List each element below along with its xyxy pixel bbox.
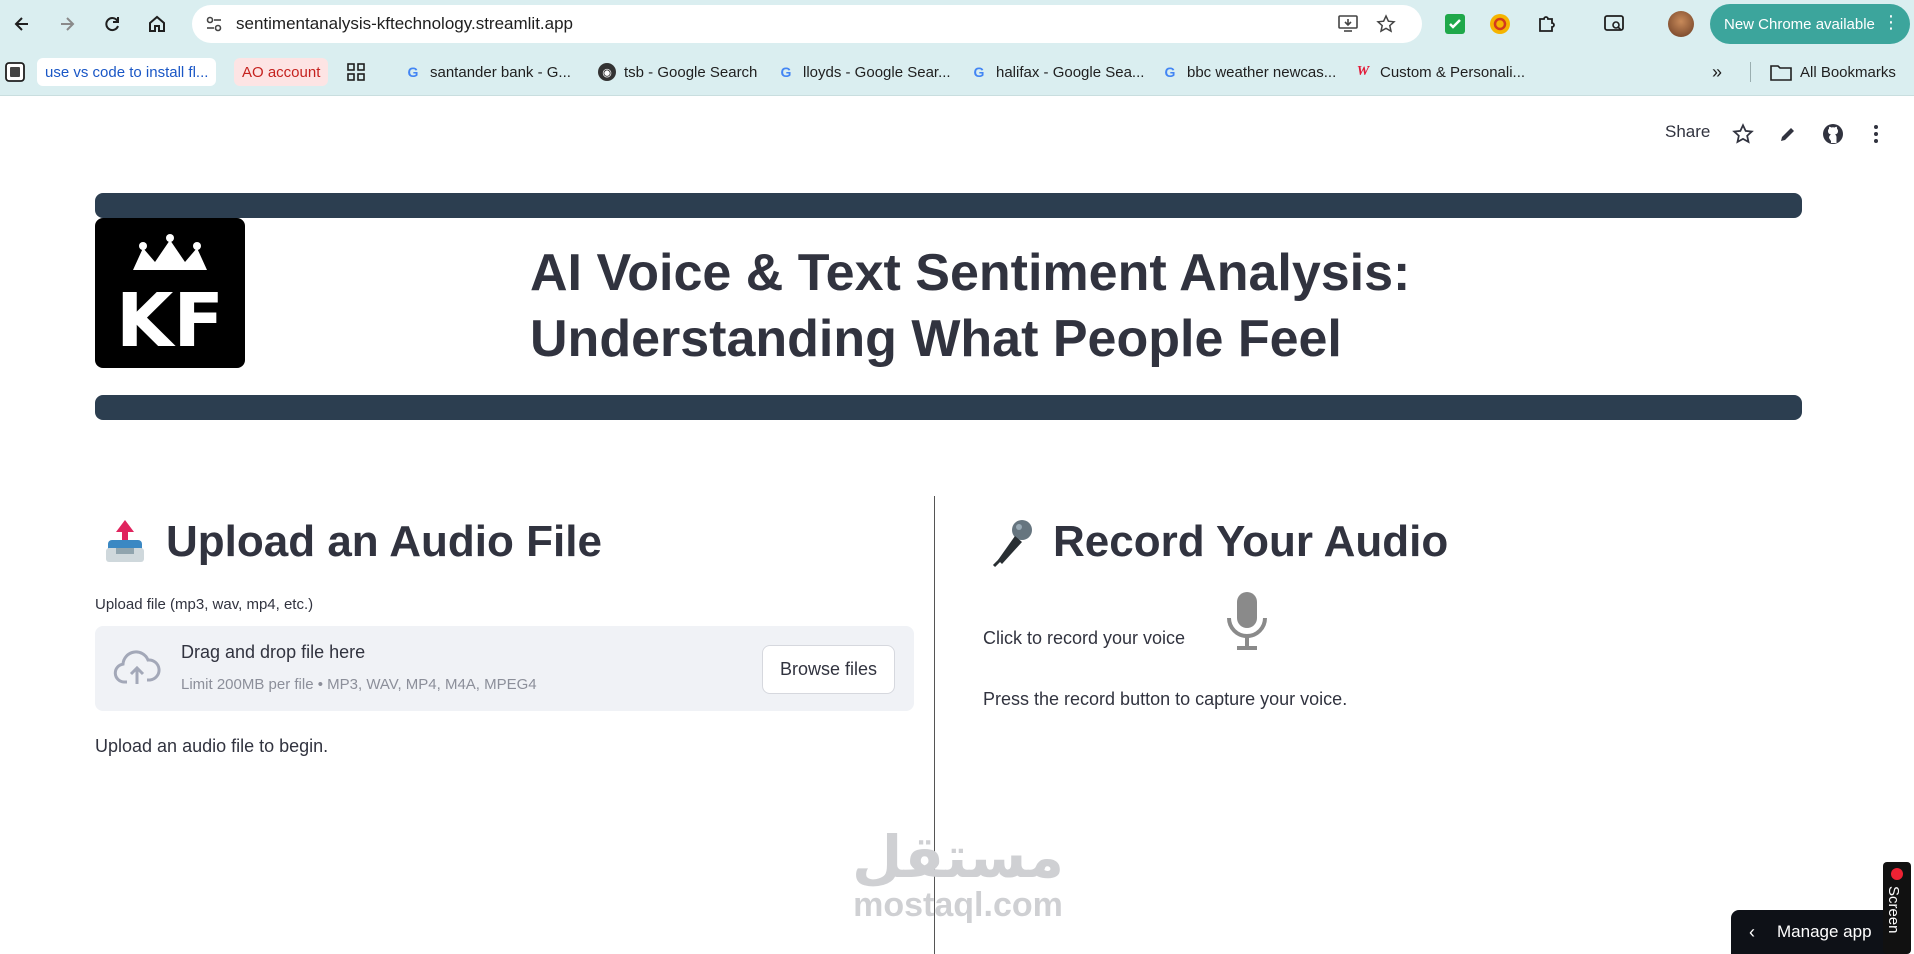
bookmark-label: tsb - Google Search	[624, 63, 758, 81]
bookmark-item[interactable]: AO account	[234, 58, 329, 86]
drop-text: Drag and drop file here	[181, 642, 366, 662]
google-icon: G	[407, 64, 419, 80]
profile-avatar[interactable]	[1668, 11, 1694, 37]
more-vertical-icon[interactable]	[1862, 120, 1890, 148]
bookmark-item[interactable]: G halifax - Google Sea...	[970, 58, 1145, 86]
file-limit-text: Limit 200MB per file • MP3, WAV, MP4, M4…	[181, 676, 537, 693]
walgreens-icon: W	[1356, 64, 1370, 79]
outbox-tray-icon	[106, 520, 144, 562]
header-band-top	[95, 193, 1802, 218]
watermark-arabic: مستقل	[851, 823, 1065, 891]
reload-icon[interactable]	[96, 8, 128, 40]
github-icon[interactable]	[1819, 120, 1847, 148]
bookmark-item[interactable]: use vs code to install fl...	[37, 58, 217, 86]
bookmarks-bar: use vs code to install fl... AO account …	[0, 48, 1914, 96]
url-text[interactable]: sentimentanalysis-kftechnology.streamlit…	[236, 14, 573, 34]
checkmark-extension-icon[interactable]	[1441, 10, 1469, 38]
address-bar[interactable]: sentimentanalysis-kftechnology.streamlit…	[192, 5, 1422, 43]
cloud-upload-icon	[113, 650, 161, 684]
chevron-left-icon: ‹	[1749, 921, 1755, 942]
kf-logo: KF	[95, 218, 245, 368]
extensions-puzzle-icon[interactable]	[1533, 10, 1561, 38]
apps-grid-icon[interactable]	[346, 58, 366, 86]
bookmark-item[interactable]: G bbc weather newcas...	[1161, 58, 1337, 86]
watermark-latin: mostaql.com	[853, 886, 1063, 924]
star-icon[interactable]	[1729, 120, 1757, 148]
bookmark-item[interactable]: W Custom & Personali...	[1354, 58, 1525, 86]
home-icon[interactable]	[141, 8, 173, 40]
google-icon: G	[780, 64, 792, 80]
chevron-double-right-icon[interactable]: »	[1712, 58, 1722, 86]
upload-heading: Upload an Audio File	[166, 517, 602, 566]
screen-recorder-label: Screen	[1885, 886, 1902, 934]
folder-icon	[1770, 65, 1792, 81]
apps-square-icon[interactable]	[4, 58, 26, 86]
watermark: مستقل mostaql.com	[838, 826, 1078, 922]
browse-files-button[interactable]: Browse files	[762, 645, 895, 694]
upload-hint: Upload an audio file to begin.	[95, 736, 329, 756]
bookmark-label: lloyds - Google Sear...	[803, 63, 951, 81]
globe-icon: ◉	[598, 63, 616, 81]
back-arrow-icon[interactable]	[6, 8, 38, 40]
bookmark-item[interactable]: G lloyds - Google Sear...	[777, 58, 951, 86]
record-prompt: Click to record your voice	[983, 628, 1186, 648]
upload-field-label: Upload file (mp3, wav, mp4, etc.)	[95, 596, 314, 613]
logo-letters: KF	[116, 278, 224, 364]
record-hint: Press the record button to capture your …	[983, 689, 1348, 709]
edit-pencil-icon[interactable]	[1774, 120, 1802, 148]
more-vertical-icon: ⋮	[1882, 12, 1900, 32]
browser-toolbar: sentimentanalysis-kftechnology.streamlit…	[0, 0, 1914, 48]
forward-arrow-icon[interactable]	[51, 8, 83, 40]
honey-extension-icon[interactable]	[1486, 10, 1514, 38]
bookmark-label: Custom & Personali...	[1380, 63, 1526, 81]
tab-search-icon[interactable]	[1600, 10, 1628, 38]
all-bookmarks-button[interactable]: All Bookmarks	[1770, 58, 1896, 86]
record-heading: Record Your Audio	[1053, 517, 1449, 566]
manage-app-label: Manage app	[1777, 922, 1872, 941]
google-icon: G	[1164, 64, 1176, 80]
bookmark-label: santander bank - G...	[430, 63, 571, 81]
bookmark-item[interactable]: G santander bank - G...	[404, 58, 571, 86]
bookmark-label: halifax - Google Sea...	[996, 63, 1145, 81]
manage-app-button[interactable]: ‹ Manage app	[1731, 910, 1891, 954]
bookmark-label: AO account	[242, 63, 321, 81]
microphone-emoji-icon	[992, 520, 1032, 568]
bookmark-label: use vs code to install fl...	[45, 63, 209, 81]
chrome-update-label: New Chrome available	[1724, 15, 1875, 33]
record-dot-icon	[1891, 868, 1903, 880]
all-bookmarks-label: All Bookmarks	[1800, 63, 1896, 81]
screen-recorder-widget[interactable]: Screen	[1883, 862, 1911, 954]
share-button[interactable]: Share	[1665, 122, 1710, 142]
star-icon[interactable]	[1374, 12, 1398, 36]
chrome-update-button[interactable]: New Chrome available ⋮	[1710, 4, 1910, 44]
site-settings-icon[interactable]	[202, 12, 226, 36]
bookmarks-divider	[1750, 62, 1751, 82]
google-icon: G	[973, 64, 985, 80]
bookmark-item[interactable]: ◉ tsb - Google Search	[598, 58, 757, 86]
record-microphone-button[interactable]	[1224, 590, 1270, 654]
install-app-icon[interactable]	[1336, 12, 1360, 36]
header-band-bottom	[95, 395, 1802, 420]
page-title: AI Voice & Text Sentiment Analysis: Unde…	[530, 244, 1411, 368]
bookmark-label: bbc weather newcas...	[1187, 63, 1337, 81]
